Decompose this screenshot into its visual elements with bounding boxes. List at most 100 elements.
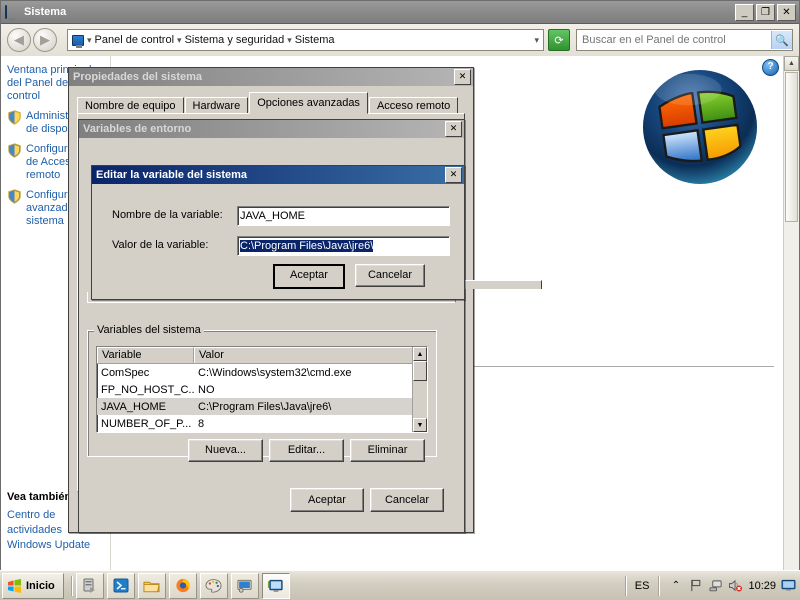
- paint-icon[interactable]: [199, 572, 228, 599]
- crumb-sep-0: ▾: [87, 34, 92, 45]
- refresh-icon[interactable]: ⟳: [548, 29, 570, 51]
- explorer-window-title: Sistema: [24, 6, 67, 18]
- cell-valor: NO: [198, 383, 215, 396]
- variable-value-selected-text: C:\Program Files\Java\jre6\: [240, 240, 374, 252]
- close-button[interactable]: ✕: [777, 3, 796, 21]
- breadcrumb-panel-de-control[interactable]: Panel de control: [95, 34, 175, 46]
- cell-variable: FP_NO_HOST_C...: [101, 383, 194, 396]
- listview-scrollbar[interactable]: ▲ ▼: [412, 347, 427, 432]
- firefox-icon[interactable]: [168, 572, 197, 599]
- explorer-folder-icon[interactable]: [137, 572, 166, 599]
- variable-name-input[interactable]: JAVA_HOME: [237, 206, 450, 226]
- user-delete-button-partial[interactable]: [464, 280, 542, 289]
- close-button[interactable]: ✕: [454, 69, 471, 85]
- remote-desktop-icon[interactable]: [230, 572, 259, 599]
- search-box[interactable]: 🔍: [576, 29, 793, 51]
- system-variables-listview[interactable]: Variable Valor ComSpec C:\Windows\system…: [96, 346, 428, 433]
- server-manager-icon[interactable]: [75, 572, 104, 599]
- forward-button[interactable]: ▶: [33, 28, 57, 52]
- scroll-thumb[interactable]: [785, 72, 798, 222]
- cell-variable: NUMBER_OF_P...: [101, 417, 192, 430]
- variable-value-input[interactable]: C:\Program Files\Java\jre6\: [237, 236, 450, 256]
- edit-variable-title-bar: Editar la variable del sistema ✕: [92, 166, 464, 184]
- close-button[interactable]: ✕: [445, 121, 462, 137]
- powershell-icon[interactable]: [106, 572, 135, 599]
- environment-variables-title: Variables de entorno: [83, 123, 192, 135]
- address-bar[interactable]: ▾ Panel de control ▾ Sistema y seguridad…: [67, 29, 544, 51]
- breadcrumb-sistema-y-seguridad[interactable]: Sistema y seguridad: [185, 34, 285, 46]
- navigation-bar: ◀ ▶ ▾ Panel de control ▾ Sistema y segur…: [1, 24, 799, 57]
- close-button[interactable]: ✕: [445, 167, 462, 183]
- system-variables-legend: Variables del sistema: [94, 324, 204, 336]
- taskbar-separator: [70, 575, 72, 596]
- volume-muted-icon[interactable]: [728, 579, 743, 593]
- system-variable-delete-button[interactable]: Eliminar: [350, 439, 425, 462]
- language-indicator[interactable]: ES: [635, 580, 650, 592]
- network-icon[interactable]: [708, 579, 723, 593]
- system-properties-title-bar: Propiedades del sistema ✕: [69, 68, 473, 86]
- windows-logo: [641, 68, 759, 186]
- listview-scroll-down[interactable]: ▼: [413, 418, 427, 432]
- cell-variable: ComSpec: [101, 366, 150, 379]
- system-properties-tabs: Nombre de equipo Hardware Opciones avanz…: [77, 92, 465, 116]
- table-row-selected[interactable]: JAVA_HOME C:\Program Files\Java\jre6\: [97, 398, 427, 415]
- maximize-button[interactable]: ❐: [756, 3, 775, 21]
- table-row[interactable]: NUMBER_OF_P... 8: [97, 415, 427, 432]
- system-variable-edit-button[interactable]: Editar...: [269, 439, 344, 462]
- show-desktop-icon[interactable]: [781, 579, 796, 593]
- crumb-sep-2: ▾: [287, 34, 292, 45]
- column-header-variable[interactable]: Variable: [97, 347, 194, 363]
- start-button[interactable]: Inicio: [2, 572, 64, 599]
- search-input[interactable]: [577, 33, 771, 47]
- address-dropdown-icon[interactable]: ▾: [534, 35, 539, 46]
- variable-value-label: Valor de la variable:: [112, 239, 209, 251]
- screen: Sistema _ ❐ ✕ ◀ ▶ ▾ Panel de control ▾ S…: [0, 0, 800, 600]
- listview-scroll-thumb[interactable]: [413, 361, 427, 381]
- environment-variables-accept-button[interactable]: Aceptar: [290, 488, 364, 512]
- edit-variable-cancel-button[interactable]: Cancelar: [355, 264, 425, 287]
- shield-icon: [7, 189, 22, 204]
- minimize-button[interactable]: _: [735, 3, 754, 21]
- edit-variable-accept-button[interactable]: Aceptar: [273, 264, 345, 289]
- system-icon: [5, 4, 19, 19]
- clock[interactable]: 10:29: [748, 580, 776, 592]
- environment-variables-title-bar: Variables de entorno ✕: [79, 120, 464, 138]
- listview-scroll-up[interactable]: ▲: [413, 347, 427, 361]
- system-tray: ES ⌃ 10:29: [621, 575, 798, 596]
- address-system-icon: [72, 34, 84, 48]
- start-button-label: Inicio: [26, 579, 55, 592]
- shield-icon: [7, 110, 22, 125]
- scroll-up-button[interactable]: ▲: [784, 56, 799, 71]
- column-header-valor[interactable]: Valor: [194, 347, 427, 363]
- system-variable-new-button[interactable]: Nueva...: [188, 439, 263, 462]
- cell-valor: C:\Program Files\Java\jre6\: [198, 400, 332, 413]
- content-vertical-scrollbar[interactable]: ▲ ▼: [783, 56, 799, 599]
- tab-opciones-avanzadas[interactable]: Opciones avanzadas: [249, 92, 368, 114]
- see-also-link-windows-update[interactable]: Windows Update: [7, 538, 110, 553]
- show-hidden-icons-button[interactable]: ⌃: [668, 579, 683, 593]
- variable-name-label: Nombre de la variable:: [112, 209, 223, 221]
- cell-valor: 8: [198, 417, 205, 430]
- explorer-title-bar: Sistema _ ❐ ✕: [1, 1, 799, 24]
- breadcrumb-sistema[interactable]: Sistema: [295, 34, 335, 46]
- cell-valor: C:\Windows\system32\cmd.exe: [198, 366, 352, 379]
- crumb-sep-1: ▾: [177, 34, 182, 45]
- search-icon[interactable]: 🔍: [771, 31, 792, 49]
- tray-separator: [624, 575, 626, 596]
- table-row[interactable]: ComSpec C:\Windows\system32\cmd.exe: [97, 364, 427, 381]
- edit-variable-title: Editar la variable del sistema: [96, 169, 248, 181]
- flag-icon[interactable]: [688, 579, 703, 593]
- edit-system-variable-dialog: Editar la variable del sistema ✕ Nombre …: [91, 165, 465, 300]
- listview-header: Variable Valor: [97, 347, 427, 364]
- shield-icon: [7, 143, 22, 158]
- system-window-task[interactable]: [261, 572, 290, 599]
- system-properties-title: Propiedades del sistema: [73, 71, 202, 83]
- environment-variables-cancel-button[interactable]: Cancelar: [370, 488, 444, 512]
- table-row[interactable]: FP_NO_HOST_C... NO: [97, 381, 427, 398]
- tray-separator-2: [658, 575, 660, 596]
- cell-variable: JAVA_HOME: [101, 400, 166, 413]
- windows-flag-icon: [7, 578, 22, 593]
- back-button[interactable]: ◀: [7, 28, 31, 52]
- taskbar: Inicio ES ⌃ 10:29: [0, 570, 800, 600]
- help-icon[interactable]: ?: [762, 59, 779, 76]
